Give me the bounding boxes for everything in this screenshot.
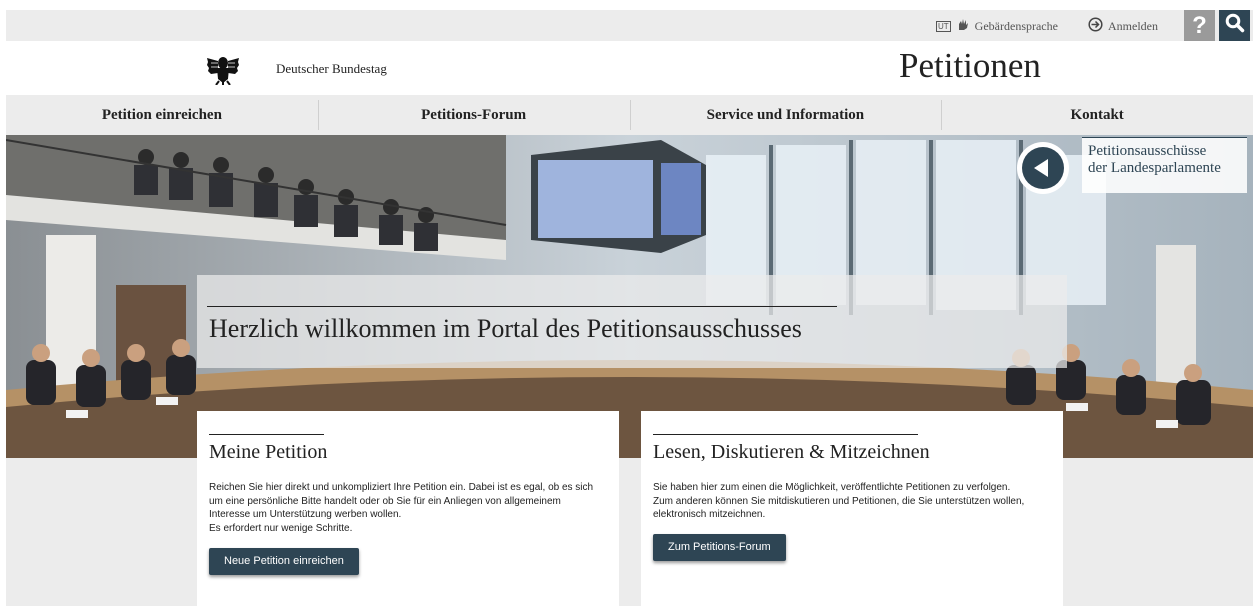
sign-language-label: Gebärdensprache [974, 18, 1058, 33]
card-meine-petition: Meine Petition Reichen Sie hier direkt u… [197, 411, 619, 606]
card-rule [653, 434, 918, 435]
search-icon [1225, 12, 1245, 40]
card-text-line: Interesse um Unterstützung werben wollen… [209, 509, 402, 520]
utility-bar: UT Gebärdensprache Anmelden ? [6, 10, 1253, 41]
main-nav: Petition einreichen Petitions-Forum Serv… [6, 95, 1253, 135]
card-text-line: elektronisch mitzeichnen. [653, 509, 766, 520]
card-text-line: Es erfordert nur wenige Schritte. [209, 522, 353, 534]
card-text-line: um eine persönliche Bitte handelt oder o… [209, 495, 561, 507]
landesparlamente-label: Petitionsausschüsse der Landesparlamente [1082, 137, 1247, 193]
login-label: Anmelden [1108, 19, 1158, 33]
landes-line-2: der Landesparlamente [1088, 160, 1221, 176]
nav-kontakt[interactable]: Kontakt [941, 95, 1253, 135]
bundestag-eagle-logo[interactable] [206, 51, 240, 86]
card-text-line: Zum anderen können Sie mitdiskutieren un… [653, 495, 1025, 507]
forum-button[interactable]: Zum Petitions-Forum [653, 534, 786, 561]
help-icon: ? [1192, 11, 1207, 39]
help-button[interactable]: ? [1184, 10, 1215, 41]
brand-name[interactable]: Deutscher Bundestag [276, 61, 387, 77]
site-header: Deutscher Bundestag Petitionen [6, 41, 1253, 95]
card-title: Meine Petition [209, 441, 328, 463]
welcome-title: Herzlich willkommen im Portal des Petiti… [209, 314, 802, 343]
site-title: Petitionen [899, 46, 1041, 85]
nav-service-information[interactable]: Service und Information [629, 95, 942, 135]
landes-line-1: Petitionsausschüsse [1088, 143, 1207, 159]
hand-icon [956, 17, 970, 35]
hero-banner: Herzlich willkommen im Portal des Petiti… [6, 135, 1253, 458]
login-link[interactable]: Anmelden [1088, 17, 1158, 36]
card-title: Lesen, Diskutieren & Mitzeichnen [653, 441, 930, 463]
login-arrow-icon [1088, 17, 1103, 36]
welcome-rule [207, 306, 837, 307]
card-text: Reichen Sie hier direkt und unkomplizier… [209, 481, 593, 535]
sign-language-link[interactable]: UT Gebärdensprache [936, 17, 1058, 35]
card-forum: Lesen, Diskutieren & Mitzeichnen Sie hab… [641, 411, 1063, 606]
card-rule [209, 434, 324, 435]
back-arrow-icon [1017, 142, 1069, 194]
nav-petitions-forum[interactable]: Petitions-Forum [317, 95, 630, 135]
nav-petition-einreichen[interactable]: Petition einreichen [6, 95, 318, 135]
card-text: Sie haben hier zum einen die Möglichkeit… [653, 481, 1024, 522]
ut-badge-icon: UT [936, 20, 951, 32]
new-petition-button[interactable]: Neue Petition einreichen [209, 548, 359, 575]
card-text-line: Reichen Sie hier direkt und unkomplizier… [209, 482, 594, 493]
landesparlamente-link[interactable]: Petitionsausschüsse der Landesparlamente [1017, 137, 1253, 197]
page: UT Gebärdensprache Anmelden ? Deutscher … [6, 10, 1253, 606]
welcome-banner: Herzlich willkommen im Portal des Petiti… [197, 275, 1067, 368]
card-text-line: Sie haben hier zum einen die Möglichkeit… [653, 482, 1011, 493]
search-button[interactable] [1219, 10, 1250, 41]
